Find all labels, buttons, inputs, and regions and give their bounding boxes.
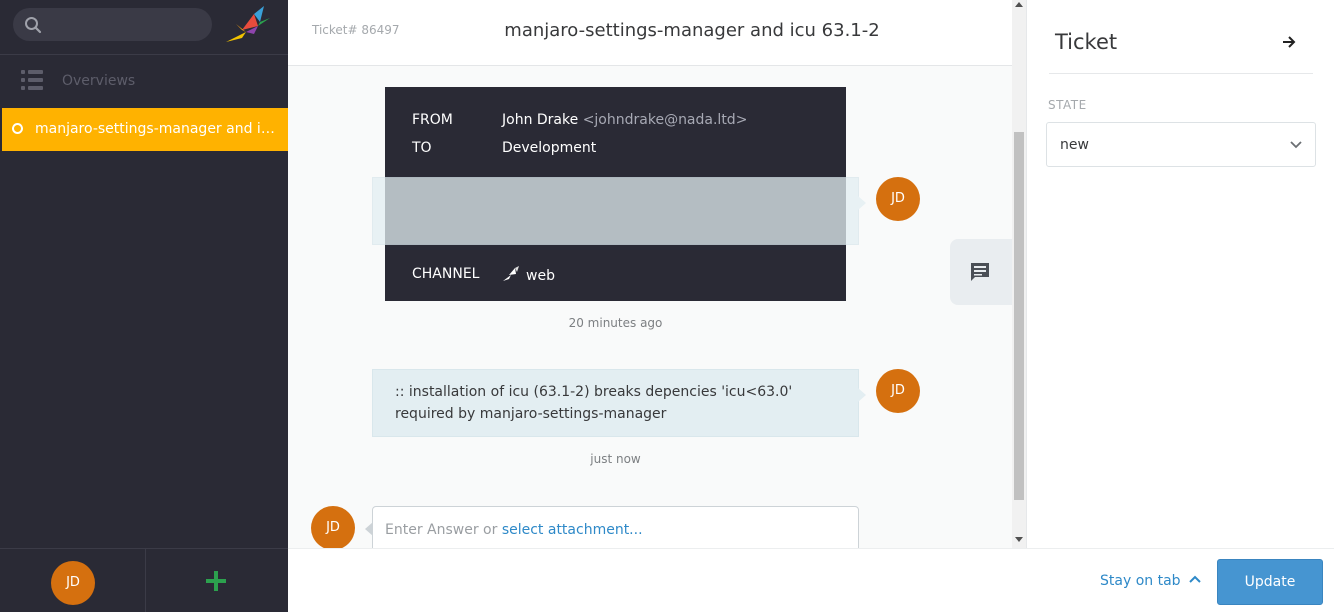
article-text-line: :: installation of icu (63.1-2) breaks d…	[395, 384, 793, 400]
article-timestamp: just now	[590, 452, 641, 466]
article-bubble[interactable]: :: installation of icu (63.1-2) breaks d…	[372, 369, 866, 437]
footer-divider	[145, 549, 146, 612]
ticket-sidebar-panel: Ticket STATE new	[1026, 0, 1334, 548]
list-icon	[21, 70, 43, 90]
comment-icon	[971, 263, 989, 281]
article-avatar-first[interactable]: JD	[876, 177, 920, 221]
scrollbar[interactable]	[1012, 0, 1026, 548]
from-name: John Drake	[502, 112, 579, 128]
overviews-nav-item[interactable]: Overviews	[0, 57, 288, 105]
meta-to-key: TO	[412, 140, 432, 156]
article-timestamp-first: 20 minutes ago	[568, 316, 663, 330]
stay-on-tab-toggle[interactable]: Stay on tab	[1100, 573, 1201, 589]
scroll-up-icon[interactable]	[1015, 2, 1023, 7]
search-box[interactable]	[13, 8, 212, 41]
reply-avatar: JD	[311, 506, 355, 550]
user-avatar[interactable]: JD	[51, 561, 95, 605]
meta-from-key: FROM	[412, 112, 453, 128]
panel-title: Ticket	[1055, 30, 1118, 54]
scrollbar-thumb[interactable]	[1014, 132, 1024, 500]
plus-icon[interactable]	[205, 570, 227, 592]
bottom-action-bar: Stay on tab Update	[288, 548, 1334, 612]
sidebar: Overviews manjaro-settings-manager and i…	[0, 0, 288, 612]
ticket-title[interactable]: manjaro-settings-manager and icu 63.1-2	[388, 20, 996, 41]
panel-divider	[1049, 73, 1313, 74]
meta-from-value: John Drake <johndrake@nada.ltd>	[502, 112, 747, 128]
meta-channel-key: CHANNEL	[412, 266, 480, 282]
ticket-header: Ticket# 86497 manjaro-settings-manager a…	[288, 0, 1012, 66]
web-bird-icon	[503, 266, 519, 281]
state-value: new	[1060, 137, 1089, 153]
ticket-state-icon	[12, 123, 23, 134]
open-ticket-tab[interactable]: manjaro-settings-manager and icu 63.1-2	[2, 108, 288, 151]
app-logo[interactable]	[224, 4, 272, 46]
meta-channel-value: web	[502, 266, 555, 284]
sidebar-footer: JD	[0, 548, 288, 612]
open-ticket-label: manjaro-settings-manager and icu 63.1-2	[35, 121, 280, 137]
ticket-zoom: Ticket# 86497 manjaro-settings-manager a…	[288, 0, 1026, 556]
article-avatar[interactable]: JD	[876, 369, 920, 413]
reply-toggle-button[interactable]	[950, 239, 1012, 305]
answer-placeholder-text: Enter Answer or	[385, 522, 502, 538]
scroll-down-icon[interactable]	[1015, 537, 1023, 542]
sidebar-divider	[0, 54, 288, 55]
search-input[interactable]	[51, 8, 206, 41]
update-button[interactable]: Update	[1217, 559, 1323, 605]
state-label: STATE	[1048, 98, 1087, 112]
search-icon	[25, 17, 42, 34]
stay-on-tab-label: Stay on tab	[1100, 573, 1181, 589]
state-select[interactable]: new	[1046, 122, 1316, 167]
meta-to-value: Development	[502, 140, 597, 156]
answer-placeholder: Enter Answer or select attachment...	[385, 522, 643, 538]
select-attachment-link[interactable]: select attachment...	[502, 522, 643, 538]
chevron-up-icon	[1188, 575, 1201, 583]
channel-label: web	[526, 268, 555, 284]
ticket-number: Ticket# 86497	[312, 23, 400, 37]
chevron-down-icon	[1290, 141, 1302, 149]
overviews-label: Overviews	[62, 73, 136, 89]
article-bubble-first[interactable]	[372, 177, 866, 245]
from-email: <johndrake@nada.ltd>	[582, 112, 748, 128]
article-text-line: required by manjaro-settings-manager	[395, 406, 667, 422]
arrow-right-icon[interactable]	[1280, 33, 1298, 51]
